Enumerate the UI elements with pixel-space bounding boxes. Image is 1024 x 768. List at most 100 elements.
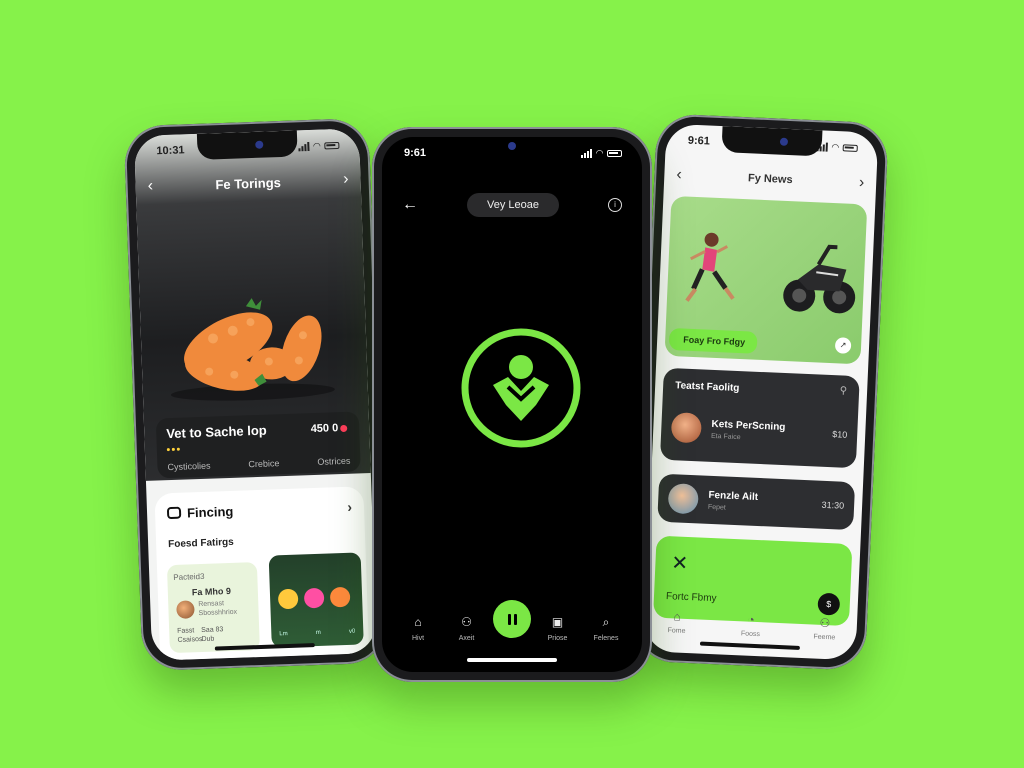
center-tabbar: ⌂ Hivt ⚇ Axeit ▣ Priose ⌕ Felenes bbox=[396, 600, 628, 642]
tab-activity[interactable]: ⚇ Axeit bbox=[445, 615, 489, 642]
food-image bbox=[170, 298, 335, 401]
brand-logo-icon bbox=[461, 328, 581, 448]
tab-profile[interactable]: ⚇ Feeme bbox=[802, 615, 847, 642]
home-icon: ⌂ bbox=[414, 615, 422, 629]
camera bbox=[508, 142, 516, 150]
home-indicator[interactable] bbox=[467, 658, 557, 662]
green-label: Fortc Fbmy bbox=[665, 591, 717, 605]
right-time: 9:61 bbox=[687, 134, 711, 148]
news-hero-card[interactable]: Foay Fro Fdgy ↗ bbox=[664, 195, 868, 365]
latest-title: Teatst Faolitg bbox=[674, 380, 740, 395]
signal-icon bbox=[581, 148, 593, 158]
tile-desc: Rensast Sbosshhriox bbox=[198, 600, 238, 618]
home-icon: ⌂ bbox=[673, 609, 682, 624]
tab-home[interactable]: ⌂ Hivt bbox=[396, 615, 440, 642]
close-x-icon[interactable]: ✕ bbox=[671, 550, 689, 576]
meta-2: Crebice bbox=[248, 458, 280, 470]
center-screen: 9:61 ◠ ← Vey Leoae i ⌂ Hivt ⚇ Axeit ▣ Prios… bbox=[382, 137, 642, 672]
tab-search[interactable]: ⌕ Felenes bbox=[584, 615, 628, 642]
finding-header[interactable]: Fincing › bbox=[166, 499, 352, 521]
list-item-card[interactable]: Fenzle Ailt Fepet 31:30 bbox=[657, 473, 856, 531]
open-arrow-icon[interactable]: ↗ bbox=[834, 337, 852, 354]
back-chevron-icon[interactable]: ‹ bbox=[147, 177, 153, 195]
tab-home[interactable]: ⌂ Fome bbox=[654, 609, 699, 636]
latest-card[interactable]: Teatst Faolitg ⚲ Kets PerScning Eta Faic… bbox=[659, 367, 860, 469]
home-indicator[interactable] bbox=[699, 641, 800, 650]
search-icon: ⌕ bbox=[602, 615, 610, 629]
green-action-button[interactable]: $ bbox=[817, 592, 841, 616]
tile-dots bbox=[277, 586, 351, 610]
avatar bbox=[667, 483, 699, 515]
profile-icon: ⚇ bbox=[819, 615, 831, 631]
tile-name: Fa Mho 9 bbox=[191, 585, 232, 598]
camera bbox=[254, 140, 263, 149]
left-title: Fe Torings bbox=[215, 174, 282, 192]
info-icon[interactable]: i bbox=[608, 198, 622, 212]
right-nav: ‹ Fy News › bbox=[676, 166, 865, 192]
news-tag[interactable]: Foay Fro Fdgy bbox=[668, 327, 758, 354]
avatar bbox=[670, 412, 703, 444]
wifi-icon: ◠ bbox=[313, 140, 321, 151]
row-value: $10 bbox=[831, 429, 848, 440]
hero-meta: Cysticolies Crebice Ostrices bbox=[167, 456, 350, 472]
tab-label: Fooss bbox=[740, 630, 761, 639]
section-title: Foesd Fatirgs bbox=[167, 536, 234, 551]
forward-chevron-icon[interactable]: › bbox=[343, 171, 349, 189]
tab-label: Feeme bbox=[813, 633, 836, 642]
phone-left: 10:31 ◠ ‹ Fe Torings › Vet to Sache lop … bbox=[123, 117, 388, 672]
row-name: Fenzle Ailt bbox=[708, 489, 759, 503]
row-sub: Fepet bbox=[707, 503, 726, 512]
signal-icon bbox=[298, 141, 310, 151]
phone-right: 9:61 ◠ ‹ Fy News › Foay Fro Fdgy ↗ Teats… bbox=[633, 113, 889, 671]
finding-title: Fincing bbox=[186, 503, 234, 520]
pause-icon bbox=[507, 613, 511, 625]
notch bbox=[196, 130, 298, 160]
tab-label: Priose bbox=[547, 635, 568, 642]
tab-label: Hivt bbox=[411, 635, 425, 642]
filter-icon[interactable]: ⚲ bbox=[840, 385, 848, 396]
feature-tile-light[interactable]: Pacteid3 Fa Mho 9 Rensast Sbosshhriox Fa… bbox=[166, 562, 260, 654]
tab-label: Axeit bbox=[458, 635, 475, 642]
rating-dots bbox=[166, 447, 180, 452]
avatar bbox=[176, 600, 195, 619]
title-pill[interactable]: Vey Leoae bbox=[467, 193, 559, 217]
center-time: 9:61 bbox=[404, 147, 427, 159]
clock-icon: ◔ bbox=[747, 612, 755, 627]
finding-card: Fincing › Foesd Fatirgs Pacteid3 Fa Mho … bbox=[154, 486, 370, 661]
feature-tile-dark[interactable]: Lm m v0 bbox=[268, 552, 364, 648]
left-nav: ‹ Fe Torings › bbox=[147, 171, 349, 196]
finding-chevron-icon[interactable]: › bbox=[347, 499, 352, 515]
meta-3: Ostrices bbox=[317, 455, 351, 467]
list-item[interactable]: Kets PerScning Eta Faice $10 bbox=[670, 412, 848, 450]
phone-center: 9:61 ◠ ← Vey Leoae i ⌂ Hivt ⚇ Axeit ▣ Prios… bbox=[372, 127, 652, 682]
back-arrow-icon[interactable]: ← bbox=[402, 196, 418, 214]
tile-dark-labels: Lm m v0 bbox=[279, 629, 355, 638]
row-sub: Eta Faice bbox=[710, 432, 741, 441]
tile-label: Pacteid3 bbox=[173, 571, 205, 582]
hero-caption-card[interactable]: Vet to Sache lop 450 0 Cysticolies Crebi… bbox=[155, 411, 361, 479]
right-title: Fy News bbox=[747, 172, 793, 187]
tab-label: Felenes bbox=[593, 635, 619, 642]
back-chevron-icon[interactable]: ‹ bbox=[676, 166, 682, 184]
wifi-icon: ◠ bbox=[831, 141, 839, 152]
camera bbox=[779, 137, 789, 146]
wifi-icon: ◠ bbox=[596, 147, 603, 158]
dark-label-3: v0 bbox=[348, 628, 356, 635]
pause-button[interactable] bbox=[493, 600, 531, 638]
status-icons: ◠ bbox=[298, 139, 340, 151]
battery-icon bbox=[324, 141, 340, 149]
notch bbox=[482, 137, 542, 155]
left-hero: 10:31 ◠ ‹ Fe Torings › Vet to Sache lop … bbox=[133, 128, 371, 481]
list-item[interactable]: Fenzle Ailt Fepet 31:30 bbox=[667, 483, 845, 521]
tile-col1: Fasst Csaisos bbox=[177, 627, 203, 644]
left-screen: 10:31 ◠ ‹ Fe Torings › Vet to Sache lop … bbox=[133, 128, 378, 661]
tab-label: Fome bbox=[667, 627, 686, 635]
pink-dot bbox=[303, 587, 325, 609]
status-icons: ◠ bbox=[816, 141, 858, 154]
notch bbox=[721, 126, 823, 157]
tab-focus[interactable]: ◔ Fooss bbox=[728, 612, 773, 639]
forward-arrow-icon[interactable]: › bbox=[858, 174, 865, 192]
battery-icon bbox=[842, 143, 858, 152]
tab-profile[interactable]: ▣ Priose bbox=[536, 615, 580, 642]
tile-col2: Saa 83 Dub bbox=[201, 626, 224, 644]
